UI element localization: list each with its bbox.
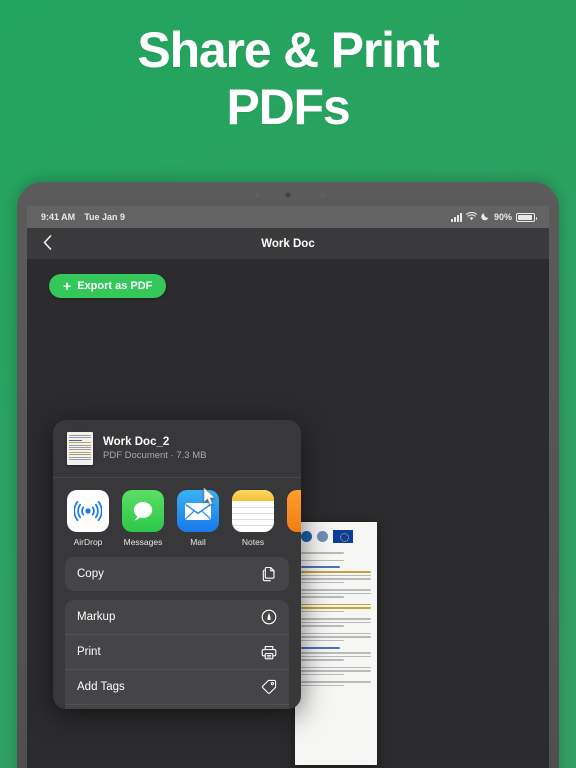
battery-icon — [516, 212, 537, 222]
tag-icon — [261, 679, 277, 695]
document-logos — [301, 530, 371, 543]
action-group-actions: Markup Print Add Tags — [65, 600, 289, 709]
share-target-airdrop[interactable]: AirDrop — [67, 490, 109, 547]
proximity-sensor-icon — [320, 193, 325, 197]
action-group-copy: Copy — [65, 557, 289, 591]
shared-file-name: Work Doc_2 — [103, 436, 170, 448]
action-label: Markup — [77, 611, 116, 623]
battery-percent-label: 90% — [493, 212, 512, 222]
action-row-copy[interactable]: Copy — [65, 557, 289, 591]
status-bar: 9:41 AM Tue Jan 9 90% — [27, 206, 549, 228]
tablet-device-frame: 9:41 AM Tue Jan 9 90% Work Doc + Export … — [17, 182, 559, 768]
page-title: Work Doc — [261, 237, 315, 250]
action-row-add-tags[interactable]: Add Tags — [65, 669, 289, 704]
messages-icon — [122, 490, 164, 532]
copy-icon — [261, 566, 277, 582]
action-label: Print — [77, 646, 101, 658]
page-headline: Share & Print PDFs — [0, 22, 576, 136]
share-target-label: Messages — [123, 537, 163, 547]
export-as-pdf-label: Export as PDF — [77, 280, 153, 292]
device-top-bezel — [17, 182, 559, 208]
pdf-page-preview[interactable] — [295, 522, 377, 765]
share-targets-row: AirDrop Messages Mail Notes — [53, 478, 301, 557]
pdf-document-thumbnail — [67, 432, 93, 465]
export-as-pdf-button[interactable]: + Export as PDF — [49, 274, 167, 298]
airdrop-icon — [67, 490, 109, 532]
mouse-pointer-icon — [203, 487, 216, 506]
share-target-more[interactable] — [287, 490, 301, 547]
share-target-label: AirDrop — [73, 537, 103, 547]
headline-line-1: Share & Print — [137, 22, 439, 78]
organization-logo-icon — [301, 531, 312, 542]
printer-icon — [261, 644, 277, 660]
notes-icon — [232, 490, 274, 532]
share-target-notes[interactable]: Notes — [232, 490, 274, 547]
action-row-print[interactable]: Print — [65, 634, 289, 669]
action-row-markup[interactable]: Markup — [65, 600, 289, 634]
share-sheet: Work Doc_2 PDF Document · 7.3 MB AirDrop… — [53, 420, 301, 709]
navigation-bar: Work Doc — [27, 228, 549, 260]
action-row-save-to-files[interactable]: Save to Files — [65, 704, 289, 709]
device-screen: 9:41 AM Tue Jan 9 90% Work Doc + Export … — [27, 206, 549, 768]
status-bar-time: 9:41 AM — [41, 212, 76, 222]
share-target-label: Notes — [241, 537, 265, 547]
markup-pen-icon — [261, 609, 277, 625]
shared-file-meta: PDF Document · 7.3 MB — [103, 450, 207, 461]
share-target-messages[interactable]: Messages — [122, 490, 164, 547]
action-label: Add Tags — [77, 681, 125, 693]
share-target-label: Mail — [190, 537, 206, 547]
plus-icon: + — [63, 278, 72, 294]
wifi-icon — [465, 211, 478, 223]
ambient-sensor-icon — [255, 193, 260, 197]
status-bar-date: Tue Jan 9 — [84, 212, 126, 222]
front-camera-icon — [285, 192, 291, 198]
cellular-signal-icon — [450, 212, 462, 222]
crescent-moon-icon — [481, 212, 490, 223]
eu-flag-icon — [333, 530, 353, 543]
action-label: Copy — [77, 568, 104, 580]
orange-app-icon — [287, 490, 301, 532]
headline-line-2: PDFs — [226, 79, 350, 135]
share-sheet-header[interactable]: Work Doc_2 PDF Document · 7.3 MB — [53, 420, 301, 478]
agency-emblem-icon — [317, 531, 328, 542]
